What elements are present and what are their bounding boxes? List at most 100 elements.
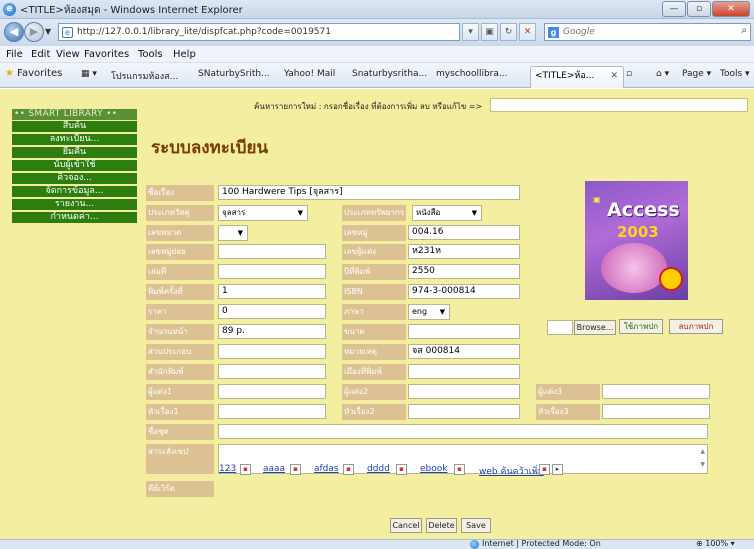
remove-keyword-icon[interactable]: ▪: [343, 464, 354, 475]
favorite-item-4[interactable]: Snaturbysritha...: [352, 69, 427, 79]
window-controls: — ▫ ✕: [662, 1, 750, 17]
author3-field[interactable]: [602, 384, 710, 399]
title-field[interactable]: 100 Hardwere Tips [จุลสาร]: [218, 185, 520, 200]
place-field[interactable]: [408, 364, 520, 379]
close-tab-icon[interactable]: ✕: [610, 67, 618, 85]
scroll-up-icon[interactable]: ▲: [700, 448, 705, 455]
note-field[interactable]: จส 000814: [408, 344, 520, 359]
maximize-icon[interactable]: ▫: [687, 1, 711, 17]
forward-icon[interactable]: ▶: [24, 22, 44, 42]
cancel-button[interactable]: Cancel: [390, 518, 422, 533]
edition-field[interactable]: 1: [218, 284, 326, 299]
label-category: เลขหมวด: [146, 225, 214, 241]
remove-keyword-icon[interactable]: ▪: [240, 464, 251, 475]
author1-field[interactable]: [218, 384, 326, 399]
home-icon[interactable]: ⌂ ▾: [656, 69, 669, 79]
tab-active[interactable]: <TITLE>ห้อ... ✕: [530, 66, 624, 88]
resource-type-select[interactable]: หนังสือ ▼: [412, 205, 482, 221]
label-series: ชื่อชุด: [146, 424, 214, 440]
favorite-item-3[interactable]: Yahoo! Mail: [284, 69, 335, 79]
favorite-item-2[interactable]: SNaturbySrith...: [198, 69, 270, 79]
menu-file[interactable]: File: [6, 49, 23, 60]
delete-cover-button[interactable]: ลบภาพปก: [669, 319, 723, 334]
call-no-field[interactable]: 004.16: [408, 225, 520, 240]
sidebar-item-settings[interactable]: กำหนดค่า...: [12, 212, 137, 223]
favorite-item-5[interactable]: myschoollibra...: [436, 69, 507, 79]
compatibility-icon[interactable]: ▣: [481, 23, 498, 41]
page-menu[interactable]: Page ▾: [682, 69, 711, 79]
keyword-link[interactable]: web ค้นคว้าเพิ่ม: [479, 464, 544, 478]
menu-tools[interactable]: Tools: [138, 49, 163, 60]
menu-edit[interactable]: Edit: [31, 49, 50, 60]
series-field[interactable]: [218, 424, 708, 439]
pages-field[interactable]: 89 p.: [218, 324, 326, 339]
label-subject2: หัวเรื่อง2: [342, 404, 406, 420]
stop-icon[interactable]: ✕: [519, 23, 536, 41]
keyword-link[interactable]: dddd: [367, 464, 390, 474]
add-keyword-icon[interactable]: ▸: [552, 464, 563, 475]
subject3-field[interactable]: [602, 404, 710, 419]
search-icon[interactable]: ⌕: [741, 25, 747, 36]
scroll-down-icon[interactable]: ▼: [700, 461, 705, 468]
volume-field[interactable]: [218, 264, 326, 279]
author2-field[interactable]: [408, 384, 520, 399]
components-field[interactable]: [218, 344, 326, 359]
keyword-link[interactable]: ebook: [420, 464, 447, 474]
remove-keyword-icon[interactable]: ▪: [396, 464, 407, 475]
new-item-search-input[interactable]: [490, 98, 748, 112]
size-field[interactable]: [408, 324, 520, 339]
subject2-field[interactable]: [408, 404, 520, 419]
year-field[interactable]: 2550: [408, 264, 520, 279]
remove-keyword-icon[interactable]: ▪: [454, 464, 465, 475]
label-components: ส่วนประกอบ: [146, 344, 214, 360]
sidebar-item-search[interactable]: สืบค้น: [12, 121, 137, 132]
keyword-link[interactable]: 123: [219, 464, 236, 474]
cover-file-path[interactable]: [547, 320, 573, 335]
sidebar-item-borrow[interactable]: ยืมคืน: [12, 147, 137, 158]
category-select[interactable]: ▼: [218, 225, 248, 241]
sidebar-item-queue[interactable]: คิวจอง...: [12, 173, 137, 184]
tools-menu[interactable]: Tools ▾: [720, 69, 750, 79]
save-button[interactable]: Save: [461, 518, 491, 533]
sub-no-field[interactable]: [218, 244, 326, 259]
favorites-button[interactable]: ★ Favorites: [5, 68, 62, 79]
url-dropdown-icon[interactable]: ▾: [462, 23, 479, 41]
minimize-icon[interactable]: —: [662, 1, 686, 17]
subject1-field[interactable]: [218, 404, 326, 419]
remove-keyword-icon[interactable]: ▪: [290, 464, 301, 475]
url-field[interactable]: e http://127.0.0.1/library_lite/dispfcat…: [58, 23, 460, 41]
sidebar-item-visitors[interactable]: นับผู้เข้าใช้: [12, 160, 137, 171]
zoom-level[interactable]: ⊕ 100% ▾: [696, 539, 735, 548]
price-field[interactable]: 0: [218, 304, 326, 319]
language-select[interactable]: eng ▼: [408, 304, 450, 320]
chevron-down-icon: ▼: [237, 229, 243, 237]
menu-help[interactable]: Help: [173, 49, 196, 60]
sidebar-item-manage[interactable]: จัดการข้อมูล...: [12, 186, 137, 197]
page-icon: e: [62, 27, 73, 38]
menu-favorites[interactable]: Favorites: [84, 49, 129, 60]
delete-button[interactable]: Delete: [426, 518, 457, 533]
favorites-bar: ★ Favorites ▦ ▾ โปรแกรมห้องส... SNaturby…: [0, 63, 754, 88]
menu-view[interactable]: View: [56, 49, 80, 60]
material-type-select[interactable]: จุลสาร ▼: [218, 205, 308, 221]
close-window-icon[interactable]: ✕: [712, 1, 750, 17]
quick-tabs-icon[interactable]: ▦ ▾: [81, 69, 97, 79]
use-cover-button[interactable]: ใช้ภาพปก: [619, 319, 663, 334]
keyword-link[interactable]: afdas: [314, 464, 339, 474]
keyword-link[interactable]: aaaa: [263, 464, 285, 474]
security-zone-status: Internet | Protected Mode: On: [482, 539, 601, 548]
refresh-icon[interactable]: ↻: [500, 23, 517, 41]
favorite-item-1[interactable]: โปรแกรมห้องส...: [111, 69, 178, 83]
publisher-field[interactable]: [218, 364, 326, 379]
search-input[interactable]: g Google ⌕: [544, 23, 751, 41]
sidebar-item-register[interactable]: ลงทะเบียน...: [12, 134, 137, 145]
new-tab-icon[interactable]: ▫: [626, 69, 632, 79]
google-icon: g: [548, 27, 559, 38]
sidebar-item-reports[interactable]: รายงาน...: [12, 199, 137, 210]
remove-keyword-icon[interactable]: ▪: [539, 464, 550, 475]
author-mark-field[interactable]: ห231ห: [408, 244, 520, 259]
back-icon[interactable]: ◀: [4, 22, 24, 42]
isbn-field[interactable]: 974-3-000814: [408, 284, 520, 299]
browse-button[interactable]: Browse...: [574, 320, 616, 335]
history-dropdown-icon[interactable]: ▼: [45, 27, 51, 36]
